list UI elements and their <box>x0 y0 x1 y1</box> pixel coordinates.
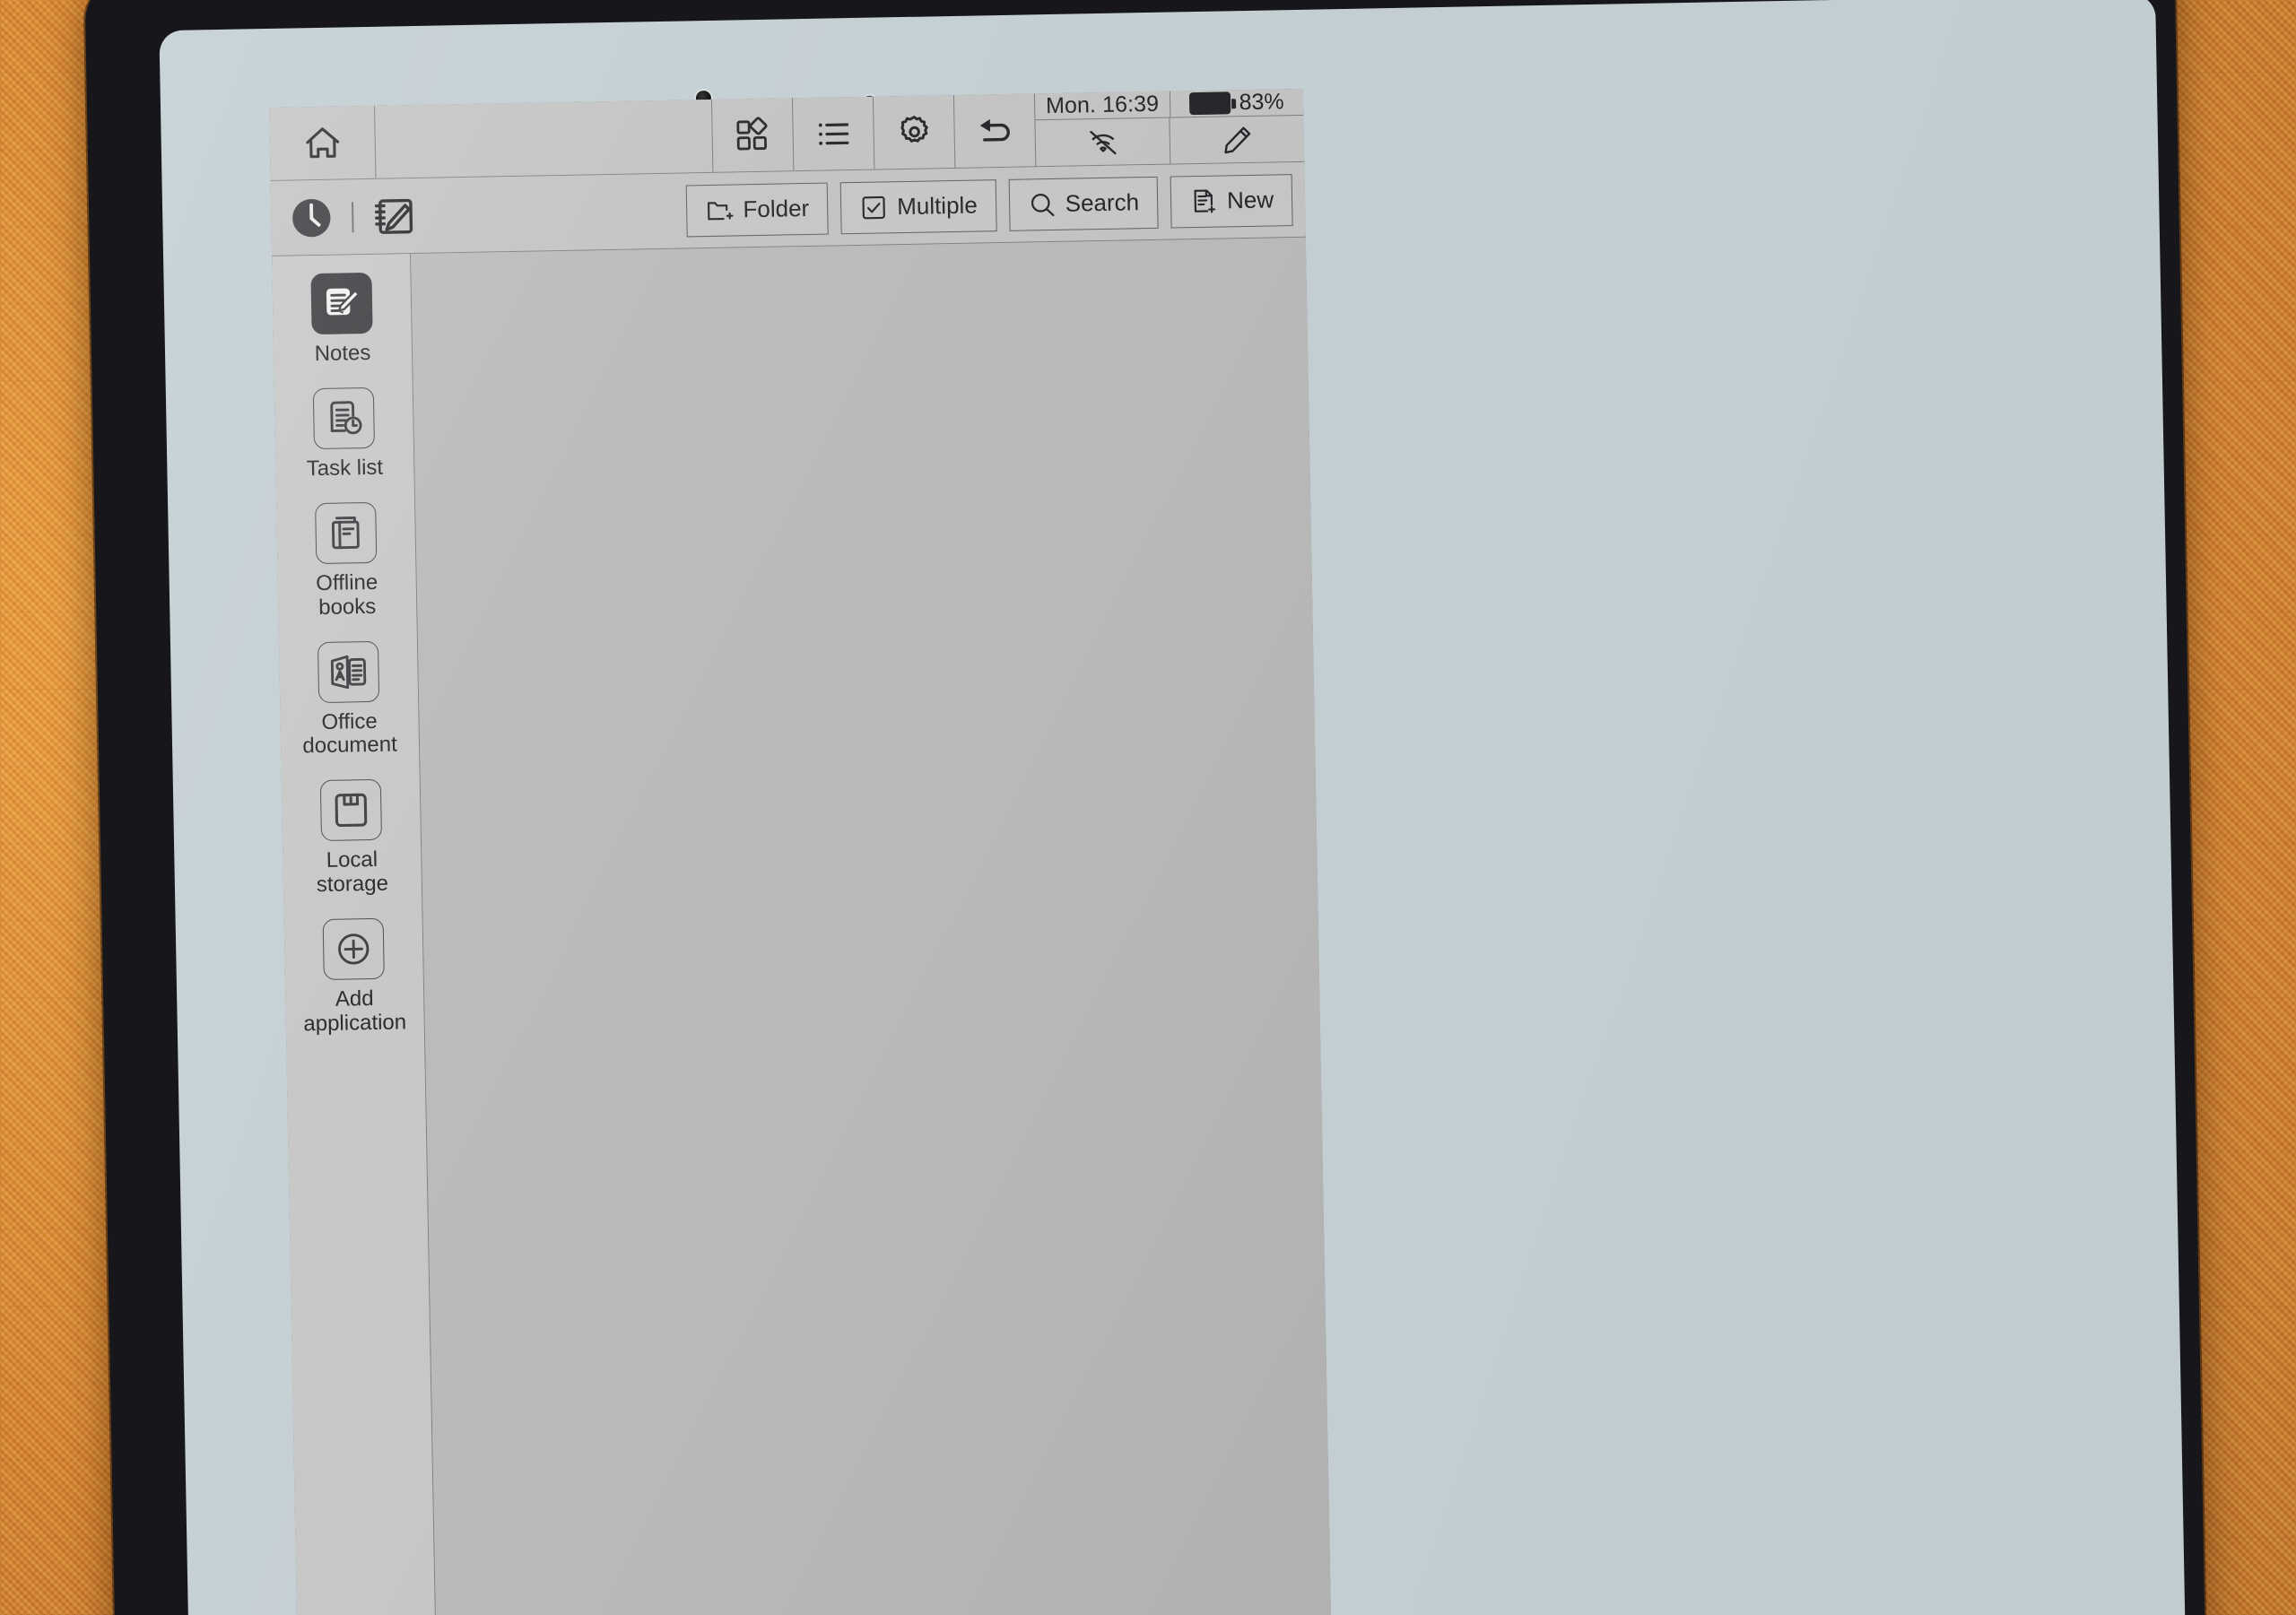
sidebar-item-add-application[interactable]: Add application <box>283 905 424 1046</box>
multiple-button[interactable]: Multiple <box>839 178 997 234</box>
app-body: Notes Task list Offline books Office doc… <box>272 237 1335 1615</box>
new-button-label: New <box>1226 186 1274 214</box>
sidebar-item-offline-books[interactable]: Offline books <box>276 489 417 630</box>
sidebar-item-label: Add application <box>303 985 407 1037</box>
wifi-off-icon <box>1085 125 1120 160</box>
notebook-pencil-icon <box>370 191 419 240</box>
list-view-button[interactable] <box>791 96 874 171</box>
sidebar-item-notes[interactable]: Notes <box>272 259 412 377</box>
sidebar-item-label: Task list <box>306 455 384 482</box>
tab-divider <box>351 201 354 232</box>
sidebar-item-task-list[interactable]: Task list <box>274 374 414 491</box>
sidebar-item-label: Notes <box>314 340 371 367</box>
apps-grid-button[interactable] <box>710 98 794 172</box>
settings-button[interactable] <box>872 94 955 169</box>
floppy-disk-icon <box>319 779 383 842</box>
new-button[interactable]: New <box>1170 173 1293 229</box>
search-button-label: Search <box>1065 188 1140 217</box>
multiple-button-label: Multiple <box>896 191 978 221</box>
folder-button-label: Folder <box>743 194 810 223</box>
battery-status: 83% <box>1169 88 1304 117</box>
apps-grid-icon <box>734 116 772 154</box>
notes-content-area[interactable] <box>411 237 1335 1615</box>
back-arrow-icon <box>973 109 1017 152</box>
search-icon <box>1027 189 1057 219</box>
wifi-toggle-button[interactable] <box>1035 118 1170 167</box>
notes-tab-group <box>287 191 419 242</box>
book-icon <box>315 501 378 564</box>
plus-circle-icon <box>322 917 385 981</box>
pen-toggle-button[interactable] <box>1169 115 1305 164</box>
home-button[interactable] <box>269 105 377 180</box>
sidebar-item-local-storage[interactable]: Local storage <box>282 766 422 907</box>
search-button[interactable]: Search <box>1008 176 1159 231</box>
sidebar-item-label: Offline books <box>316 569 378 620</box>
home-icon <box>301 122 344 164</box>
photo-scene: Mon. 16:39 83% Folder Multiple Search Ne… <box>0 0 2296 1615</box>
clock-icon <box>287 193 336 242</box>
id-card-icon <box>317 640 380 703</box>
checkbox-icon <box>859 193 889 222</box>
eink-tablet-device: Mon. 16:39 83% Folder Multiple Search Ne… <box>84 0 2209 1615</box>
window-title <box>375 100 712 178</box>
list-icon <box>814 115 853 153</box>
status-area: Mon. 16:39 83% <box>1033 88 1305 167</box>
pen-icon <box>1220 122 1255 157</box>
status-sub-row <box>1035 115 1305 167</box>
folder-button[interactable]: Folder <box>685 182 829 237</box>
doc-clock-icon <box>312 386 376 449</box>
folder-plus-icon <box>705 195 735 225</box>
note-pencil-icon <box>310 272 373 335</box>
new-note-icon <box>1189 187 1219 216</box>
gear-icon <box>894 112 935 152</box>
sidebar-item-label: Office document <box>302 708 398 759</box>
battery-icon <box>1189 91 1231 116</box>
sidebar-item-label: Local storage <box>316 847 389 898</box>
clock-display: Mon. 16:39 <box>1045 91 1160 119</box>
notebook-tab[interactable] <box>370 191 419 240</box>
recent-tab[interactable] <box>287 193 336 242</box>
back-button[interactable] <box>952 93 1036 168</box>
battery-percent: 83% <box>1239 89 1284 116</box>
toolbar-actions: Folder Multiple Search New <box>685 173 1306 237</box>
sidebar-item-office-document[interactable]: Office document <box>279 628 420 769</box>
eink-screen: Mon. 16:39 83% Folder Multiple Search Ne… <box>269 88 1335 1615</box>
